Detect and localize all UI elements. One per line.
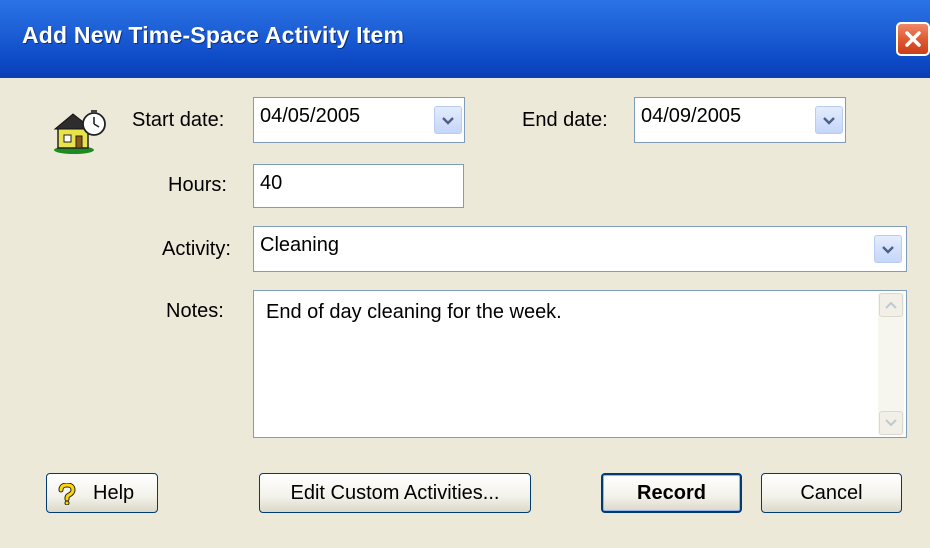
help-button[interactable]: Help [46,473,158,513]
activity-combo[interactable]: Cleaning [253,226,907,272]
close-icon [905,31,921,47]
scroll-down-arrow-icon [885,419,897,427]
help-label: Help [93,482,135,504]
cancel-label: Cancel [800,482,863,504]
hours-label: Hours: [168,174,227,196]
hours-value: 40 [260,172,283,194]
end-date-combo[interactable]: 04/09/2005 [634,97,846,143]
end-date-value: 04/09/2005 [641,105,742,127]
edit-custom-activities-label: Edit Custom Activities... [290,482,500,504]
cancel-button[interactable]: Cancel [761,473,902,513]
start-date-value: 04/05/2005 [260,105,361,127]
title-bar[interactable]: Add New Time-Space Activity Item [0,0,930,78]
start-date-label: Start date: [132,109,225,131]
edit-custom-activities-button[interactable]: Edit Custom Activities... [259,473,531,513]
end-date-dropdown-button[interactable] [815,106,843,134]
start-date-combo[interactable]: 04/05/2005 [253,97,465,143]
scroll-up-arrow-icon [885,301,897,309]
notes-value: End of day cleaning for the week. [266,301,562,323]
hours-input[interactable]: 40 [253,164,464,208]
dialog-window: Add New Time-Space Activity Item Start d… [0,0,930,548]
chevron-down-icon [442,117,454,125]
notes-label: Notes: [166,300,224,322]
start-date-dropdown-button[interactable] [434,106,462,134]
notes-scrollbar[interactable] [878,293,904,435]
window-title: Add New Time-Space Activity Item [22,22,405,48]
close-button[interactable] [896,22,930,56]
end-date-label: End date: [522,109,608,131]
notes-textarea[interactable]: End of day cleaning for the week. [253,290,907,438]
house-clock-icon [53,110,106,154]
record-label: Record [637,482,706,504]
activity-dropdown-button[interactable] [874,235,902,263]
record-button[interactable]: Record [601,473,742,513]
question-mark-icon [58,483,76,505]
chevron-down-icon [882,246,894,254]
activity-value: Cleaning [260,234,339,256]
scroll-down-button[interactable] [879,411,903,435]
scroll-up-button[interactable] [879,293,903,317]
activity-label: Activity: [162,238,231,260]
chevron-down-icon [823,117,835,125]
